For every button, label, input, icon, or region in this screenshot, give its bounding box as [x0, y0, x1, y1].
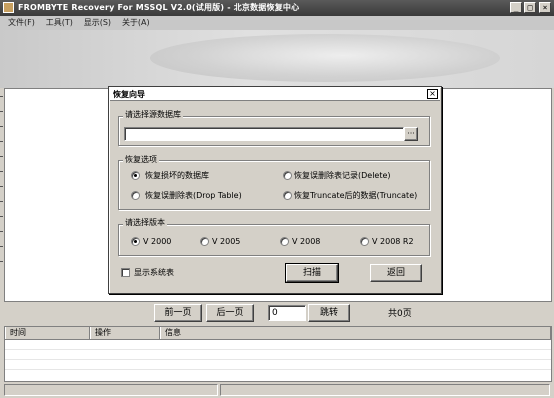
jump-button[interactable]: 跳转	[308, 304, 350, 322]
menu-bar: 文件(F) 工具(T) 显示(S) 关于(A)	[0, 16, 554, 30]
source-db-input[interactable]	[124, 127, 404, 141]
status-pane-2	[220, 384, 550, 396]
page-number-input[interactable]: 0	[268, 305, 306, 321]
column-action[interactable]: 操作	[90, 327, 160, 339]
option-deleted-records-label[interactable]: 恢复误删除表记录(Delete)	[294, 171, 391, 181]
side-marks	[0, 96, 4, 296]
app-icon	[3, 2, 14, 13]
scan-button[interactable]: 扫描	[285, 263, 339, 283]
column-info[interactable]: 信息	[160, 327, 551, 339]
status-bar	[0, 382, 554, 398]
version-2000-radio[interactable]	[131, 237, 140, 246]
table-row	[5, 359, 551, 360]
option-dropped-table-label[interactable]: 恢复误删除表(Drop Table)	[145, 191, 242, 201]
status-pane-1	[4, 384, 218, 396]
hard-disk-graphic	[150, 34, 500, 82]
browse-button[interactable]: ···	[404, 127, 418, 141]
option-truncate-radio[interactable]	[283, 191, 292, 200]
window-title: FROMBYTE Recovery For MSSQL V2.0(试用版) - …	[18, 3, 300, 12]
version-group-label: 请选择版本	[123, 218, 167, 228]
dialog-close-button[interactable]: ×	[427, 89, 438, 99]
version-2008-label[interactable]: V 2008	[292, 237, 320, 247]
log-table[interactable]: 时间 操作 信息	[4, 326, 552, 382]
total-pages-label: 共0页	[388, 309, 412, 319]
option-deleted-records-radio[interactable]	[283, 171, 292, 180]
minimize-button[interactable]: _	[510, 2, 522, 13]
menu-file[interactable]: 文件(F)	[8, 17, 35, 28]
version-2008r2-radio[interactable]	[360, 237, 369, 246]
log-table-header: 时间 操作 信息	[5, 327, 551, 340]
version-2000-label[interactable]: V 2000	[143, 237, 171, 247]
option-repair-db-label[interactable]: 恢复损坏的数据库	[145, 171, 209, 181]
dialog-title: 恢复向导	[113, 90, 145, 99]
version-2008r2-label[interactable]: V 2008 R2	[372, 237, 414, 247]
recovery-options-group-label: 恢复选项	[123, 155, 159, 165]
version-2005-label[interactable]: V 2005	[212, 237, 240, 247]
version-2005-radio[interactable]	[200, 237, 209, 246]
version-2008-radio[interactable]	[280, 237, 289, 246]
prev-page-button[interactable]: 前一页	[154, 304, 202, 322]
option-repair-db-radio[interactable]	[131, 171, 140, 180]
menu-about[interactable]: 关于(A)	[122, 17, 150, 28]
dialog-title-bar: 恢复向导	[110, 88, 440, 101]
recovery-options-group	[118, 160, 430, 210]
column-time[interactable]: 时间	[5, 327, 90, 339]
option-truncate-label[interactable]: 恢复Truncate后的数据(Truncate)	[294, 191, 417, 201]
show-system-tables-label[interactable]: 显示系统表	[134, 268, 174, 278]
source-db-group-label: 请选择源数据库	[123, 110, 183, 120]
menu-view[interactable]: 显示(S)	[84, 17, 111, 28]
maximize-button[interactable]: □	[524, 2, 536, 13]
main-title-bar: FROMBYTE Recovery For MSSQL V2.0(试用版) - …	[0, 0, 554, 16]
next-page-button[interactable]: 后一页	[206, 304, 254, 322]
menu-tools[interactable]: 工具(T)	[46, 17, 73, 28]
close-button[interactable]: ×	[539, 2, 551, 13]
back-button[interactable]: 返回	[370, 264, 422, 282]
table-row	[5, 369, 551, 370]
banner-image	[0, 30, 554, 88]
table-row	[5, 349, 551, 350]
option-dropped-table-radio[interactable]	[131, 191, 140, 200]
show-system-tables-checkbox[interactable]	[121, 268, 130, 277]
